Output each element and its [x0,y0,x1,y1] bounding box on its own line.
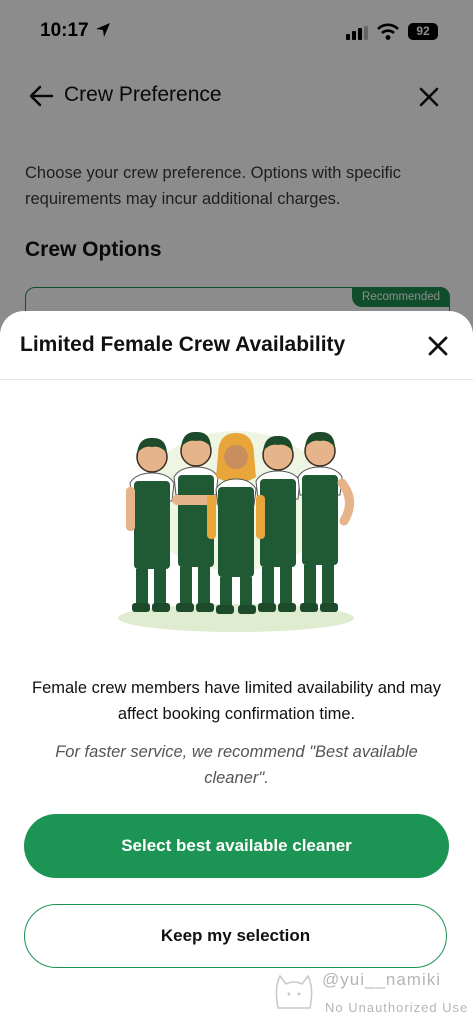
watermark-handle: @yui__namiki [322,970,442,989]
availability-message: Female crew members have limited availab… [32,679,441,723]
sheet-divider [0,379,473,380]
watermark-cat-icon [270,968,318,1015]
watermark: @yui__namiki No Unauthorized Use [270,962,470,1022]
sheet-title: Limited Female Crew Availability [20,333,346,356]
select-best-cleaner-button[interactable]: Select best available cleaner [24,814,449,878]
bottom-sheet: Limited Female Crew Availability Female … [0,311,473,1024]
sheet-close-icon[interactable] [428,336,448,361]
keep-selection-button[interactable]: Keep my selection [24,904,447,968]
recommendation-tip: For faster service, we recommend "Best a… [55,743,418,787]
watermark-note: No Unauthorized Use [325,1000,469,1015]
crew-illustration [106,411,366,641]
